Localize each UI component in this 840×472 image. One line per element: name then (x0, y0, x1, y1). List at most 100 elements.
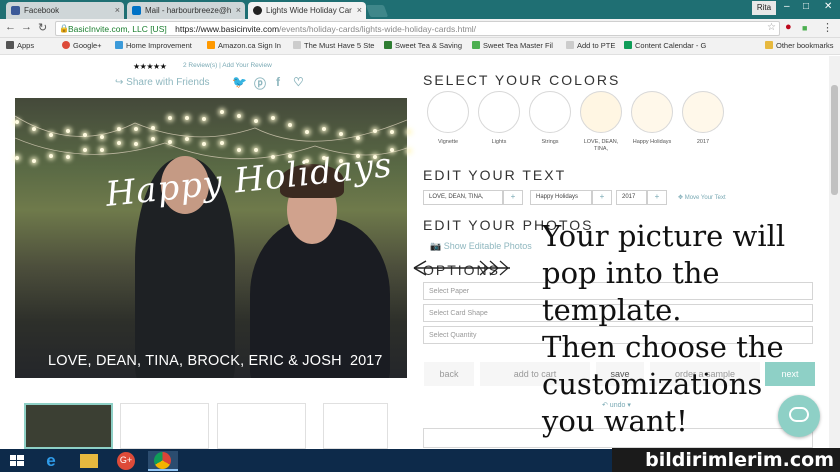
move-your-text-link[interactable]: ✥ Move Your Text (678, 194, 726, 201)
light-bulb (287, 153, 292, 158)
pinterest-icon[interactable]: ● (785, 21, 792, 33)
bookmark-sweet-tea-master[interactable]: Sweet Tea Master Fil (472, 41, 553, 50)
color-swatch-label: Strings (541, 139, 559, 145)
thumbnail-back[interactable] (323, 403, 388, 449)
bookmark-label: Apps (17, 41, 35, 50)
profile-button[interactable]: Rita (752, 1, 776, 15)
url-host: https://www.basicinvite.com (175, 24, 280, 34)
facebook-icon (11, 6, 20, 15)
close-window-icon[interactable]: ✕ (824, 1, 832, 12)
file-explorer-icon[interactable] (74, 451, 104, 471)
minimize-icon[interactable]: – (784, 1, 790, 12)
text-field-greeting[interactable]: Happy Holidays (530, 190, 592, 205)
light-bulb (219, 110, 224, 114)
light-bulb (219, 140, 224, 145)
reviews-link[interactable]: 2 Review(s) | Add Your Review (183, 62, 272, 69)
color-swatch-label: Happy Holidays (632, 139, 672, 145)
scrollbar-thumb[interactable] (831, 85, 838, 195)
add-text-button[interactable]: + (592, 190, 612, 205)
bookmark-label: Sweet Tea & Saving (395, 41, 462, 50)
thumbnail-envelope[interactable] (217, 403, 306, 449)
url-path: /events/holiday-cards/lights-wide-holida… (279, 24, 477, 34)
color-swatch[interactable] (478, 91, 520, 133)
menu-icon[interactable]: ⋮ (822, 21, 833, 34)
color-swatch[interactable] (427, 91, 469, 133)
close-tab-icon[interactable]: × (236, 5, 241, 15)
share-with-friends-link[interactable]: ↪ Share with Friends (115, 77, 210, 88)
card-preview-image[interactable] (15, 98, 407, 378)
annotation-line: Then choose the (542, 330, 784, 364)
light-bulb (83, 147, 88, 152)
light-bulb (304, 129, 309, 134)
bookmark-label: Home Improvement (126, 41, 192, 50)
bookmark-star-icon[interactable]: ☆ (767, 22, 776, 33)
card-year-text[interactable]: 2017 (350, 353, 382, 369)
color-swatch[interactable] (529, 91, 571, 133)
bookmarks-bar: Apps Google+ Home Improvement Amazon.ca … (0, 38, 840, 55)
new-tab-button[interactable] (365, 5, 389, 17)
bookmark-home-improvement[interactable]: Home Improvement (115, 41, 192, 50)
close-tab-icon[interactable]: × (115, 5, 120, 15)
url-input[interactable]: 🔒 BasicInvite.com, LLC [US] https://www.… (55, 21, 780, 36)
bookmark-must-have[interactable]: The Must Have 5 Ste (293, 41, 374, 50)
bookmark-add-to-pte[interactable]: Add to PTE (566, 41, 615, 50)
light-bulb (407, 148, 411, 153)
tab-facebook[interactable]: Facebook × (6, 2, 124, 19)
text-field-year[interactable]: 2017 (616, 190, 647, 205)
tab-basicinvite[interactable]: Lights Wide Holiday Car × (248, 2, 366, 19)
color-swatch[interactable] (580, 91, 622, 133)
bookmark-sweet-tea-saving[interactable]: Sweet Tea & Saving (384, 41, 462, 50)
tab-mail[interactable]: Mail - harbourbreeze@h × (127, 2, 245, 19)
heart-icon[interactable]: ♡ (293, 75, 304, 89)
bookmark-label: Google+ (73, 41, 102, 50)
extension-icon[interactable]: ■ (802, 23, 807, 33)
bookmark-label: Sweet Tea Master Fil (483, 41, 553, 50)
show-editable-photos-link[interactable]: 📷 Show Editable Photos (430, 241, 532, 252)
share-label: Share with Friends (126, 77, 210, 88)
light-bulb (338, 132, 343, 137)
annotation-line: Your picture will (542, 219, 786, 253)
bookmark-label: Add to PTE (577, 41, 616, 50)
pinterest-share-icon[interactable]: ⓟ (254, 75, 266, 92)
light-bulb (15, 120, 19, 124)
windows-start-icon[interactable] (2, 451, 32, 471)
reload-icon[interactable]: ↻ (38, 21, 47, 34)
add-text-button[interactable]: + (647, 190, 667, 205)
light-bulb (15, 156, 19, 160)
thumbnail-front[interactable] (24, 403, 113, 449)
annotation-line: you want! (542, 404, 688, 438)
bookmark-googleplus[interactable]: Google+ (62, 41, 102, 50)
annotation-line: template. (542, 293, 682, 327)
other-bookmarks[interactable]: Other bookmarks (765, 41, 834, 50)
annotation-text: Your picture will pop into the template.… (542, 218, 802, 440)
bookmark-label: The Must Have 5 Ste (304, 41, 375, 50)
maximize-icon[interactable]: □ (803, 1, 809, 12)
googleplus-icon (62, 41, 70, 49)
color-swatch[interactable] (682, 91, 724, 133)
rating-stars: ★★★★★ (133, 62, 167, 71)
chrome-icon[interactable] (148, 451, 178, 471)
forward-icon[interactable]: → (21, 21, 32, 33)
google-plus-taskbar-icon[interactable]: G+ (112, 451, 142, 471)
color-swatch-label: Lights (491, 139, 507, 145)
watermark: bildirimlerim.com (612, 448, 840, 472)
add-text-button[interactable]: + (503, 190, 523, 205)
edit-text-title: EDIT YOUR TEXT (423, 167, 567, 183)
chat-button[interactable] (778, 395, 820, 437)
bookmark-content-calendar[interactable]: Content Calendar - G (624, 41, 706, 50)
folder-icon (765, 41, 773, 49)
back-button[interactable]: back (424, 362, 474, 386)
card-names-text[interactable]: LOVE, DEAN, TINA, BROCK, ERIC & JOSH (48, 353, 342, 369)
text-field-names[interactable]: LOVE, DEAN, TINA, (423, 190, 503, 205)
bookmark-apps[interactable]: Apps (6, 41, 34, 50)
basicinvite-icon (253, 6, 262, 15)
thumbnail-inside[interactable] (120, 403, 209, 449)
facebook-share-icon[interactable]: f (276, 75, 280, 89)
page-icon (566, 41, 574, 49)
bookmark-amazon[interactable]: Amazon.ca Sign In (207, 41, 281, 50)
color-swatch[interactable] (631, 91, 673, 133)
back-icon[interactable]: ← (5, 21, 16, 33)
close-tab-icon[interactable]: × (357, 5, 362, 15)
twitter-icon[interactable]: 🐦 (232, 75, 247, 89)
internet-explorer-icon[interactable]: e (36, 451, 66, 471)
